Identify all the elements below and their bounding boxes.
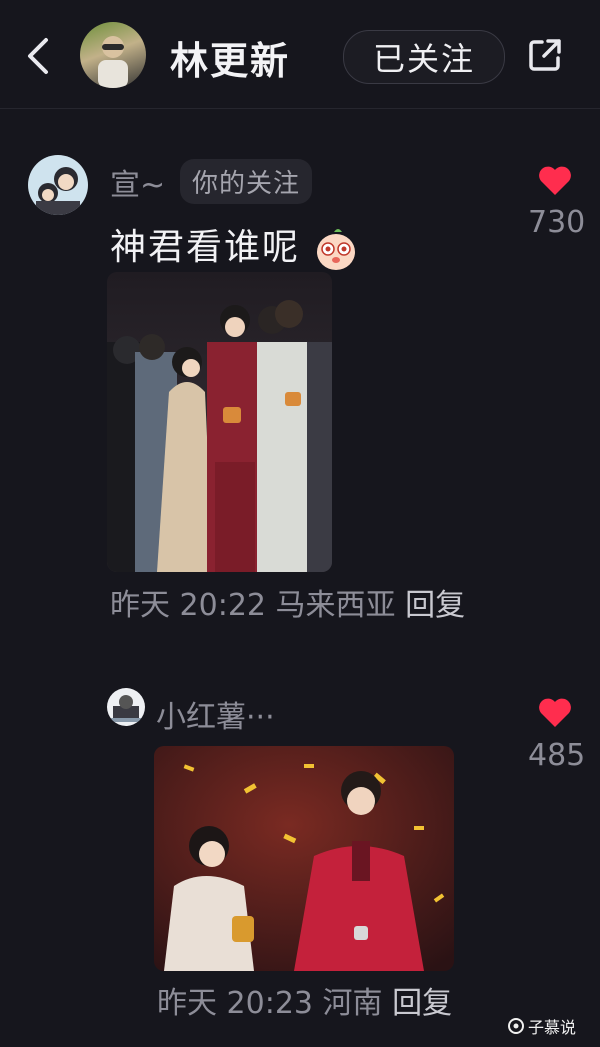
comment-meta: 昨天 20:23 河南 回复 [157,984,497,1024]
commenter-name[interactable]: 小红薯··· [156,692,275,736]
watermark-logo-icon [508,1018,524,1034]
comment-location: 河南 [322,986,383,1021]
profile-avatar[interactable] [80,22,146,88]
page-title: 林更新 [170,39,291,83]
comment-photo[interactable] [107,272,332,572]
comment-time: 昨天 20:23 [157,986,313,1021]
top-bar: 林更新 已关注 [0,0,600,109]
cute-face-emoji-icon [313,226,359,272]
commenter-name[interactable]: 宣~ [110,160,165,204]
watermark-text: 子慕说 [528,1018,577,1037]
commenter-avatar[interactable] [107,688,145,726]
share-icon[interactable] [526,36,564,74]
following-button[interactable]: 已关注 [343,30,505,84]
watermark: 子慕说 [508,1014,576,1038]
comment-text-content: 神君看谁呢 [110,227,301,268]
following-tag: 你的关注 [180,159,313,204]
comment-meta: 昨天 20:22 马来西亚 回复 [110,586,480,626]
like-heart-icon[interactable] [537,696,573,728]
comment-location: 马来西亚 [275,588,396,623]
reply-button[interactable]: 回复 [405,588,465,623]
comment-photo[interactable] [154,746,454,971]
like-count: 730 [528,205,586,240]
reply-button[interactable]: 回复 [392,986,452,1021]
comment-time: 昨天 20:22 [110,588,266,623]
back-icon[interactable] [22,36,56,76]
like-count: 485 [528,738,586,773]
like-heart-icon[interactable] [537,164,573,196]
commenter-avatar[interactable] [28,155,88,215]
comment-text: 神君看谁呢 [110,218,359,272]
